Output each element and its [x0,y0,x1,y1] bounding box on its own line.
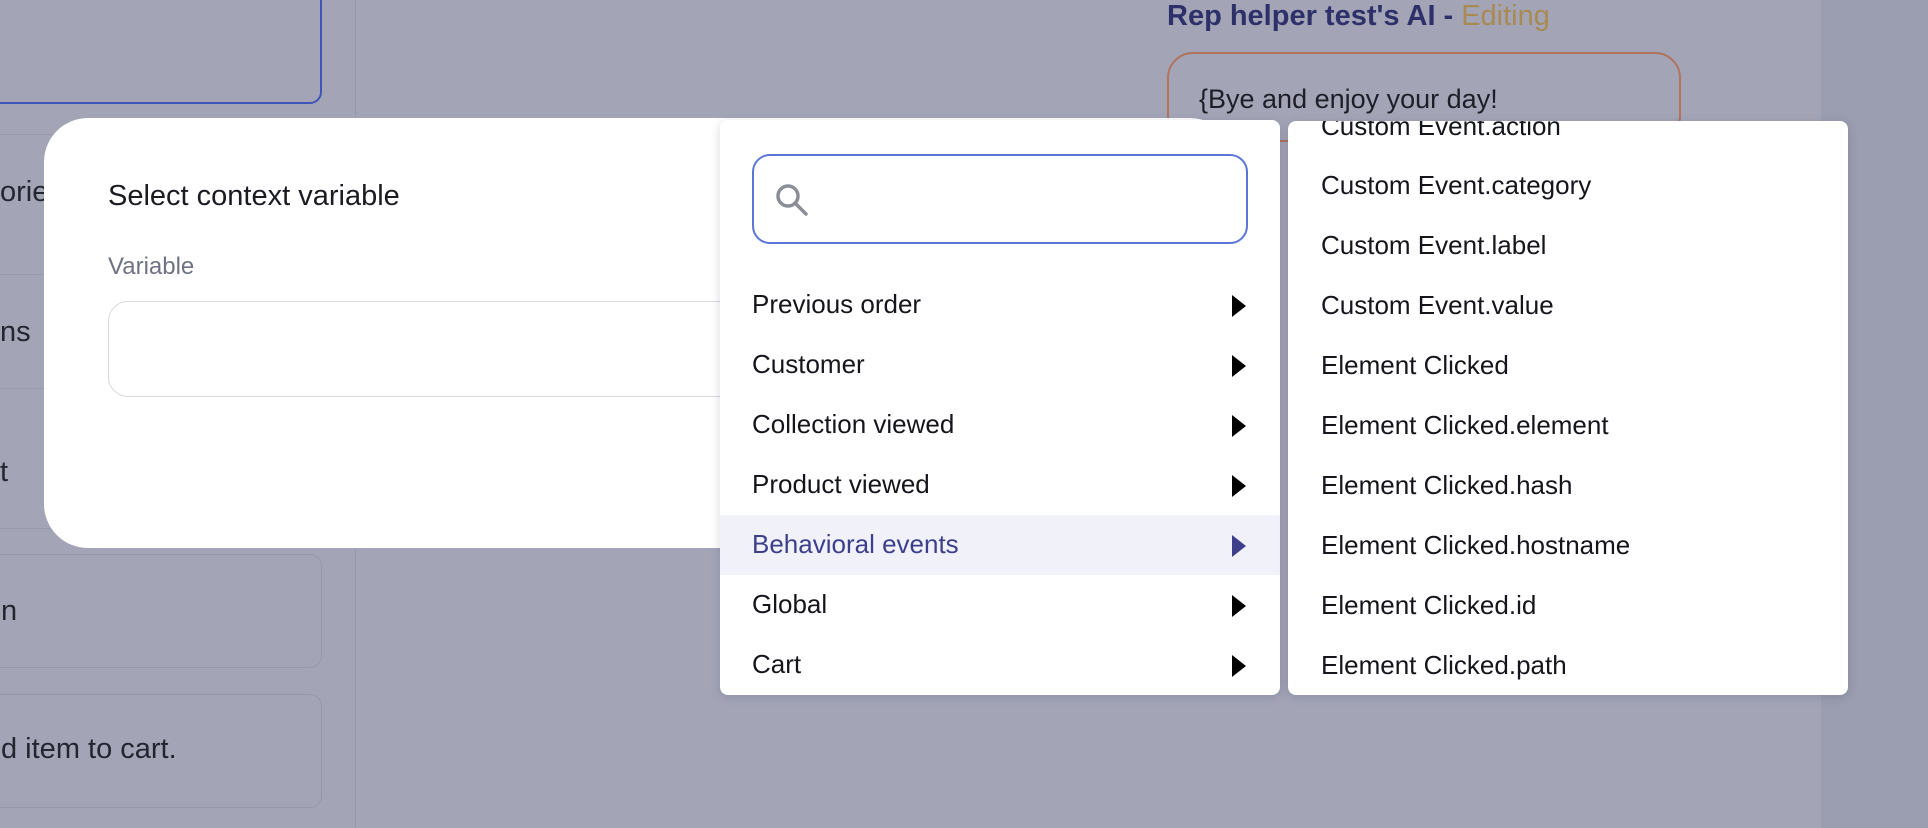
submenu-item-label: Element Clicked.hash [1321,470,1573,500]
left-card-focused[interactable] [0,0,322,104]
editing-status: Editing [1461,0,1550,32]
search-icon [776,184,808,216]
caret-right-icon [1232,355,1246,377]
submenu-item[interactable]: Element Clicked [1288,336,1848,396]
menu-item-collection-viewed[interactable]: Collection viewed [720,395,1280,455]
submenu-item-label: Element Clicked.hostname [1321,530,1631,560]
submenu-item[interactable]: Custom Event.label [1288,216,1848,276]
left-item-text: ns [0,316,31,348]
submenu-item[interactable]: Element Clicked.hostname [1288,516,1848,576]
menu-search-box[interactable] [752,154,1248,244]
ai-message-text: {Bye and enjoy your day! [1199,84,1498,114]
caret-right-icon [1232,535,1246,557]
left-item-text: orie [0,176,49,208]
menu-item-label: Customer [752,349,865,379]
submenu-item-label: Custom Event.label [1321,230,1547,260]
menu-item-previous-order[interactable]: Previous order [720,275,1280,335]
submenu-item-label: Element Clicked [1321,350,1509,380]
behavioral-events-submenu: Custom Event.action Custom Event.categor… [1288,121,1848,695]
left-card[interactable]: n [0,554,322,668]
menu-item-label: Global [752,589,828,619]
submenu-item-label: Element Clicked.id [1321,590,1537,620]
caret-right-icon [1232,295,1246,317]
menu-item-label: Previous order [752,289,922,319]
menu-item-global[interactable]: Global [720,575,1280,635]
caret-right-icon [1232,415,1246,437]
submenu-item[interactable]: Custom Event.category [1288,156,1848,216]
variable-category-menu: Previous order Customer Collection viewe… [720,120,1280,695]
submenu-item-label: Element Clicked.path [1321,650,1567,680]
menu-search-input[interactable] [826,174,1230,226]
submenu-item[interactable]: Custom Event.value [1288,276,1848,336]
title-separator: - [1443,0,1454,32]
submenu-item[interactable]: Element Clicked.element [1288,396,1848,456]
variable-label: Variable [108,253,195,280]
caret-right-icon [1232,655,1246,677]
submenu-item-label: Custom Event.action [1321,121,1561,141]
menu-item-cart[interactable]: Cart [720,635,1280,695]
left-card-text: n [1,595,18,627]
left-item-text: t [0,456,9,488]
menu-item-behavioral-events[interactable]: Behavioral events [720,515,1280,575]
submenu-item[interactable]: Element Clicked.hash [1288,456,1848,516]
ai-name: Rep helper test's AI [1167,0,1436,32]
caret-right-icon [1232,475,1246,497]
menu-item-label: Behavioral events [752,529,959,559]
ai-panel-title: Rep helper test's AI - Editing [1167,0,1550,33]
submenu-item-label: Custom Event.value [1321,290,1554,320]
menu-item-label: Collection viewed [752,409,955,439]
left-card[interactable]: d item to cart. [0,694,322,808]
submenu-item[interactable]: Element Clicked.id [1288,576,1848,636]
submenu-item-label: Element Clicked.element [1321,410,1609,440]
menu-item-label: Cart [752,649,802,679]
submenu-item[interactable]: Element Clicked.path [1288,636,1848,695]
menu-item-customer[interactable]: Customer [720,335,1280,395]
menu-item-label: Product viewed [752,469,930,499]
menu-item-product-viewed[interactable]: Product viewed [720,455,1280,515]
left-card-text: d item to cart. [1,733,177,765]
submenu-item[interactable]: Custom Event.action [1288,121,1848,157]
modal-title: Select context variable [108,180,400,212]
caret-right-icon [1232,595,1246,617]
submenu-item-label: Custom Event.category [1321,170,1592,200]
